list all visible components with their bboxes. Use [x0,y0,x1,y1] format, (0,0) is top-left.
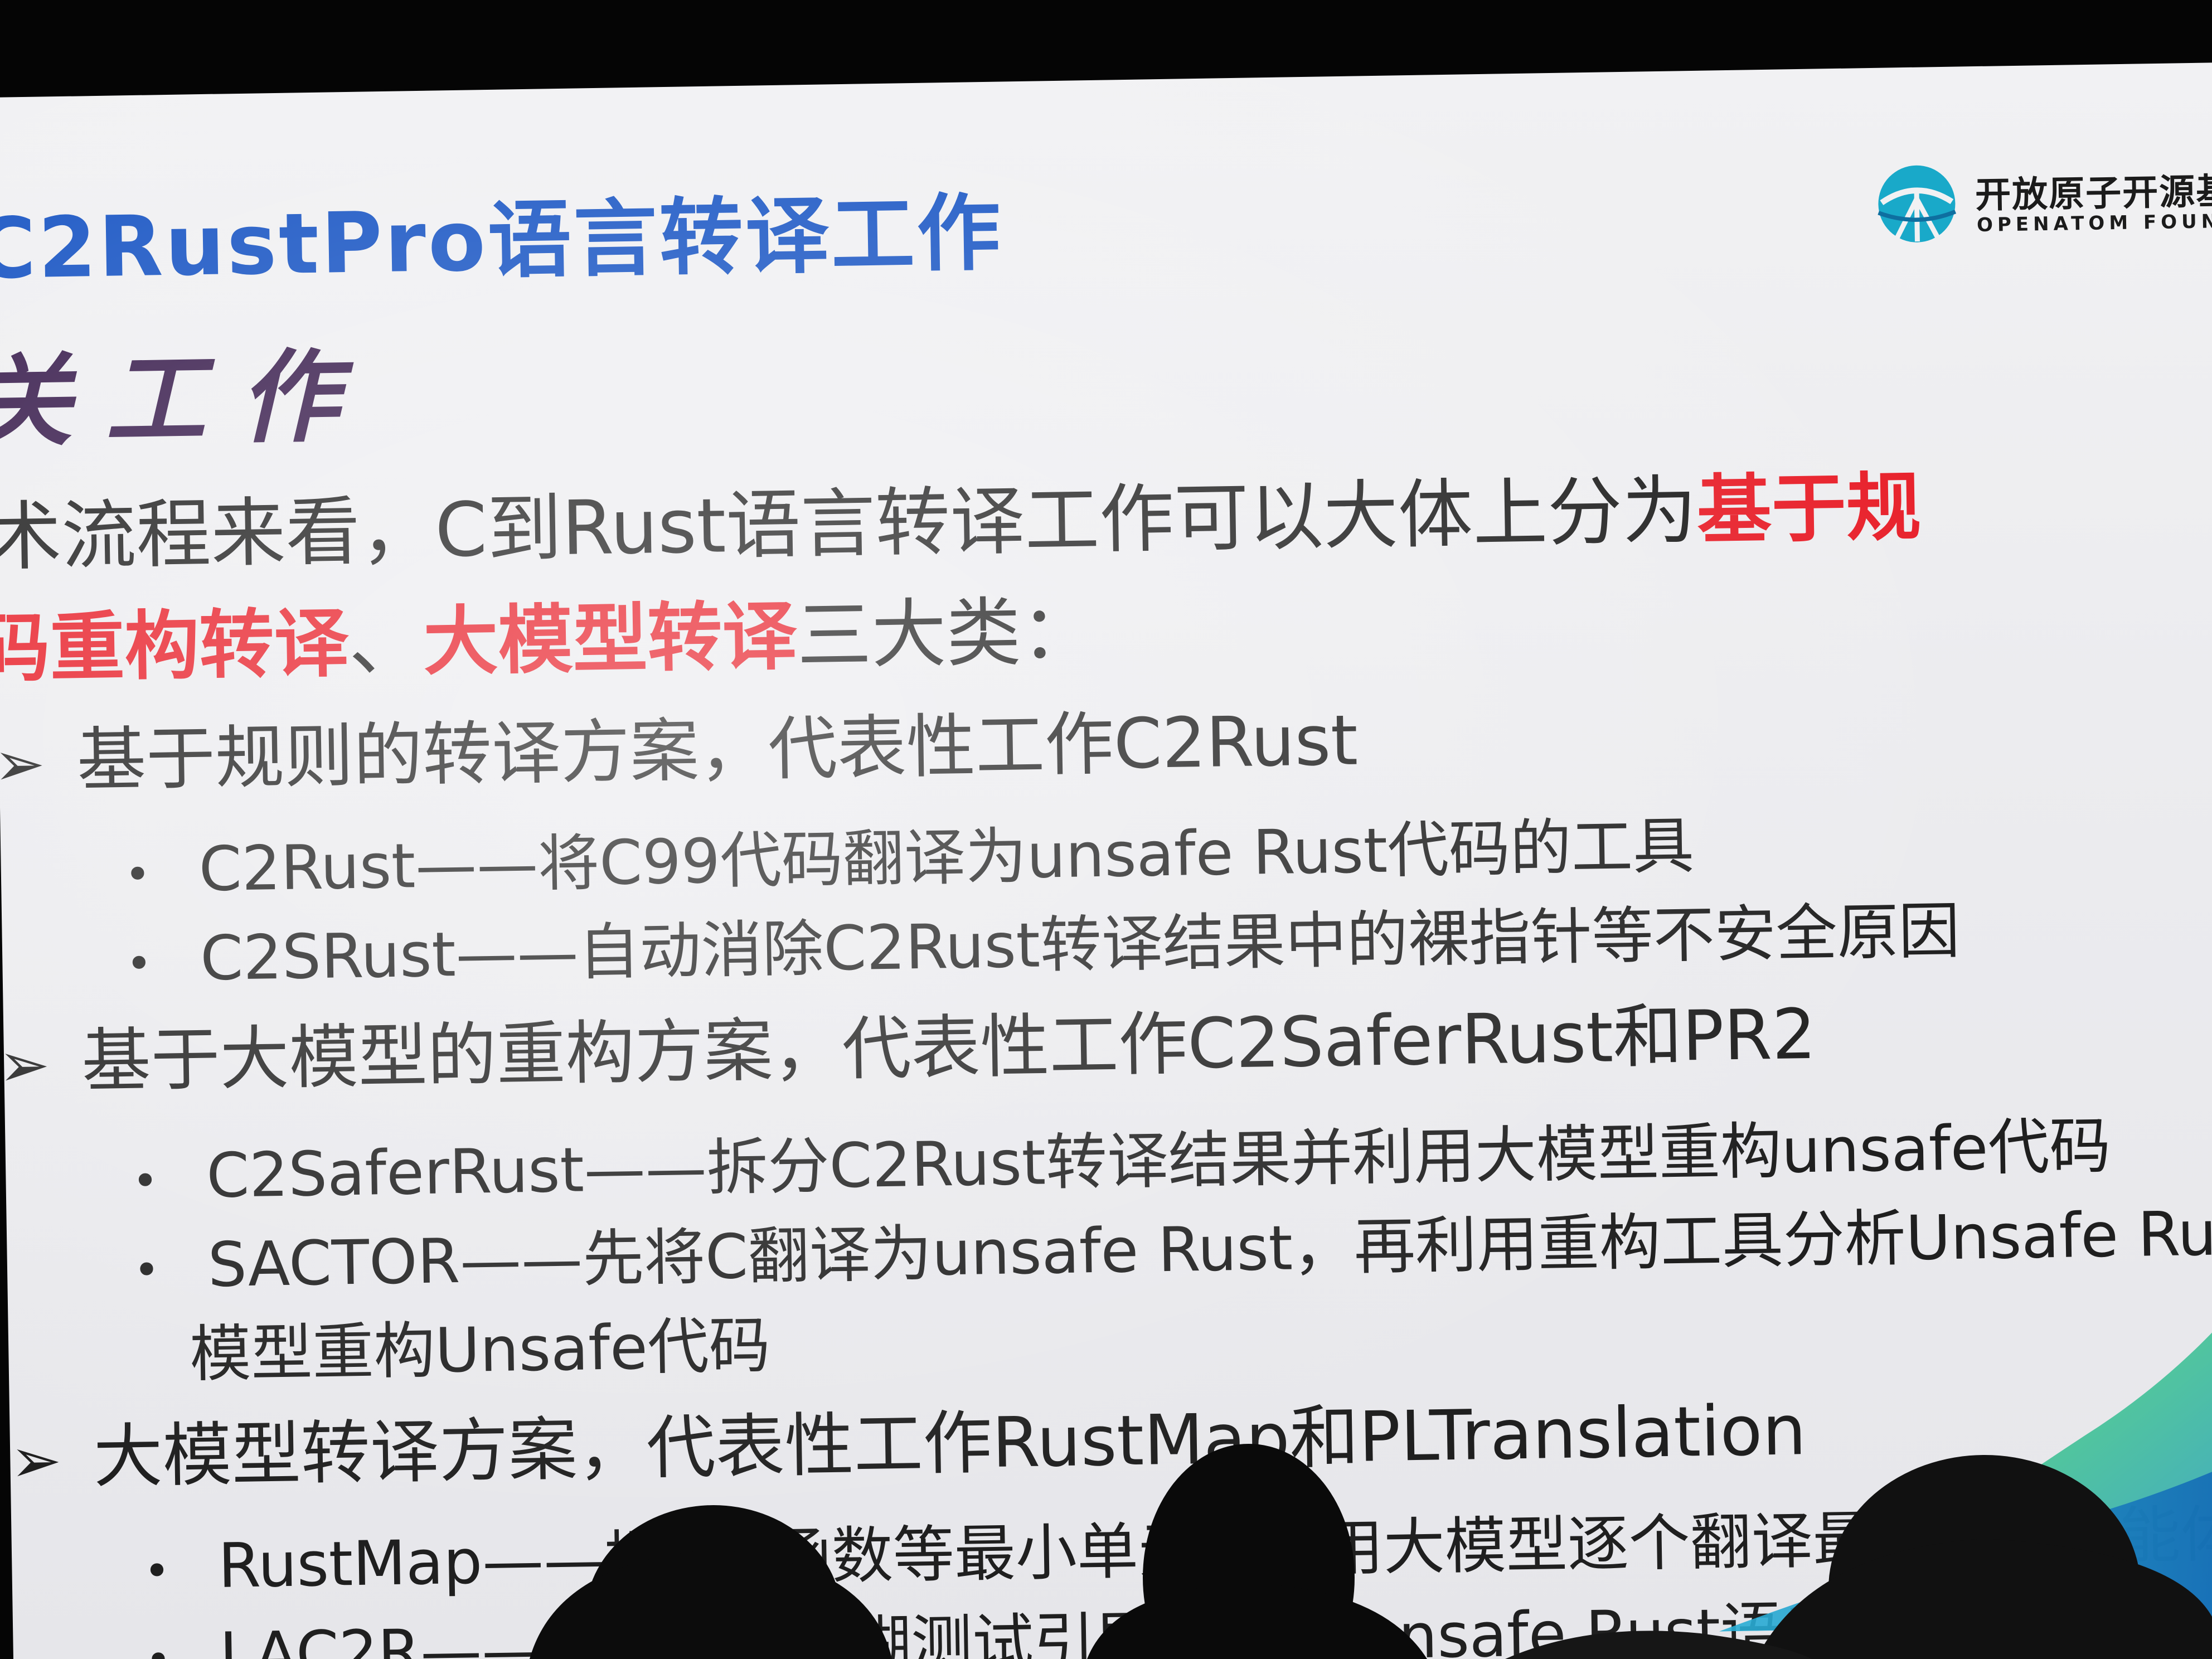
intro-text-end: 三大类： [796,588,1097,680]
decorative-wave-graphic [1719,1232,2212,1632]
foundation-logo: 开放原子开源基 OPENATOM FOUNDA [1874,151,2212,258]
bullet-icon: • [125,937,153,990]
intro-emphasis-3: 大模型转译 [423,593,798,686]
bullet-icon: • [133,1244,161,1297]
arrow-bullet-icon: ➢ [9,1424,62,1497]
bullet-icon: • [132,1154,159,1207]
logo-name-en: OPENATOM FOUNDA [1976,210,2212,237]
bullet-icon: • [124,848,152,901]
list-item-label: 大模型转译方案，代表性工作RustMap和PLTranslation [93,1390,1807,1498]
slide-title: C2RustPro语言转译工作 [0,185,1004,298]
section-heading: 关工作 [0,337,374,462]
arrow-bullet-icon: ➢ [0,727,46,801]
projected-slide: C2RustPro语言转译工作 开放原子开源基 OPENATOM FOUNDA … [0,62,2212,1659]
arrow-bullet-icon: ➢ [0,1029,51,1101]
bullet-icon: • [143,1545,171,1598]
intro-separator: 、 [348,598,424,687]
photo-stage: C2RustPro语言转译工作 开放原子开源基 OPENATOM FOUNDA … [0,0,2212,1659]
sub-list-item-text: 模型重构Unsafe代码 [189,1309,771,1390]
list-item-label: 基于规则的转译方案，代表性工作C2Rust [76,700,1359,801]
logo-name-cn: 开放原子开源基 [1975,171,2212,217]
intro-emphasis-2: 码重构转译 [0,599,350,693]
intro-emphasis-1: 基于规 [1696,463,1922,554]
list-item-label: 基于大模型的重构方案，代表性工作C2SaferRust和PR2 [81,994,1817,1102]
bullet-icon: • [116,1634,200,1659]
openatom-logo-icon [1878,165,1957,242]
